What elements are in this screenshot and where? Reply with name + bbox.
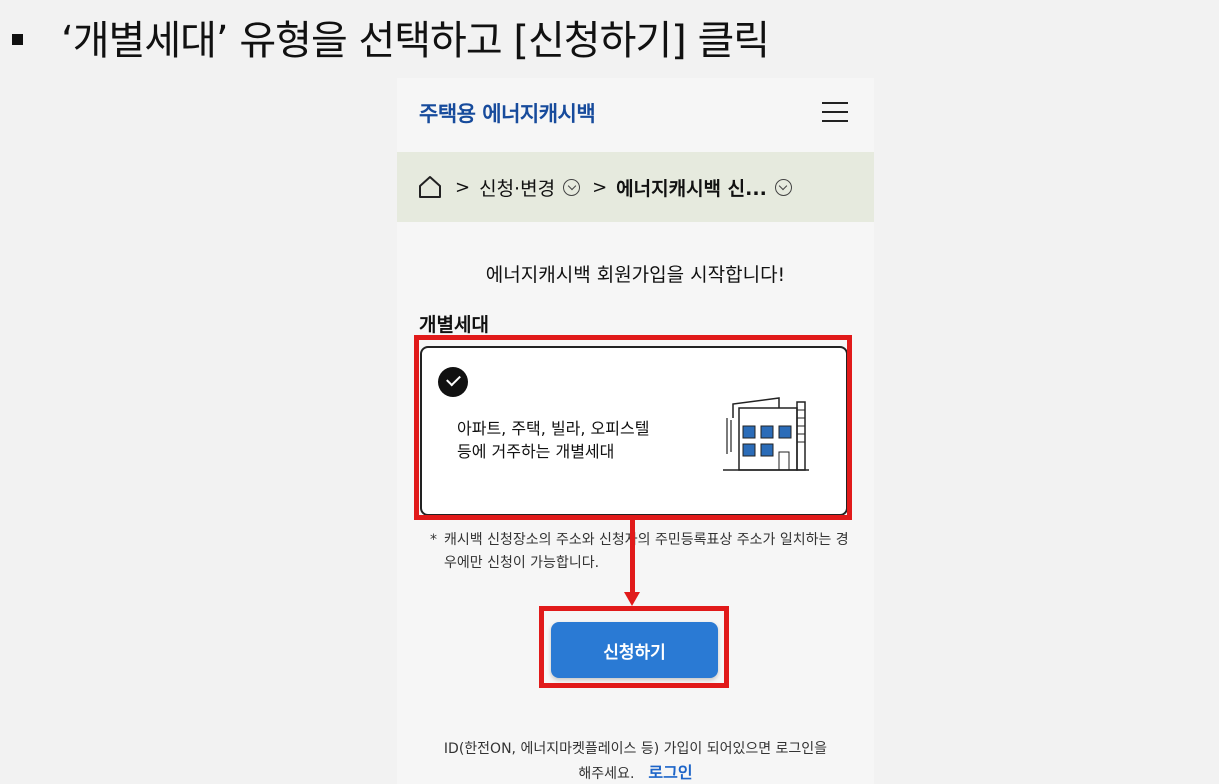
welcome-message: 에너지캐시백 회원가입을 시작합니다! bbox=[485, 264, 786, 286]
slide-heading: ‘개별세대’ 유형을 선택하고 [신청하기] 클릭 bbox=[12, 8, 770, 66]
highlight-box-button bbox=[539, 606, 729, 688]
home-icon[interactable] bbox=[417, 175, 443, 199]
chevron-down-icon[interactable] bbox=[774, 178, 792, 196]
chevron-down-icon[interactable] bbox=[563, 178, 581, 196]
highlight-box-card bbox=[414, 335, 852, 520]
login-note-line2: 해주세요. bbox=[578, 766, 635, 782]
breadcrumb-item-current[interactable]: 에너지캐시백 신... bbox=[616, 174, 767, 201]
note-text: 캐시백 신청장소의 주소와 신청자의 주민등록표상 주소가 일치하는 경우에만 … bbox=[444, 532, 849, 571]
login-link[interactable]: 로그인 bbox=[648, 763, 692, 782]
site-logo[interactable]: 주택용 에너지캐시백 bbox=[419, 98, 596, 128]
eligibility-note: * 캐시백 신청장소의 주소와 신청자의 주민등록표상 주소가 일치하는 경우에… bbox=[430, 529, 850, 575]
hamburger-menu-icon[interactable] bbox=[822, 102, 848, 122]
type-section-title: 개별세대 bbox=[419, 314, 489, 336]
arrow-down-icon bbox=[624, 592, 640, 606]
breadcrumb: > 신청·변경 > 에너지캐시백 신... bbox=[397, 152, 874, 222]
bullet-square bbox=[12, 33, 23, 45]
slide-heading-text: ‘개별세대’ 유형을 선택하고 [신청하기] 클릭 bbox=[61, 18, 770, 64]
note-asterisk: * bbox=[430, 532, 437, 548]
arrow-line bbox=[630, 520, 635, 594]
breadcrumb-separator: > bbox=[455, 176, 471, 198]
breadcrumb-separator: > bbox=[592, 176, 608, 198]
breadcrumb-item-apply[interactable]: 신청·변경 bbox=[479, 174, 555, 201]
login-note-line1: ID(한전ON, 에너지마켓플레이스 등) 가입이 되어있으면 로그인을 bbox=[443, 741, 828, 757]
login-note: ID(한전ON, 에너지마켓플레이스 등) 가입이 되어있으면 로그인을 해주세… bbox=[397, 737, 874, 784]
